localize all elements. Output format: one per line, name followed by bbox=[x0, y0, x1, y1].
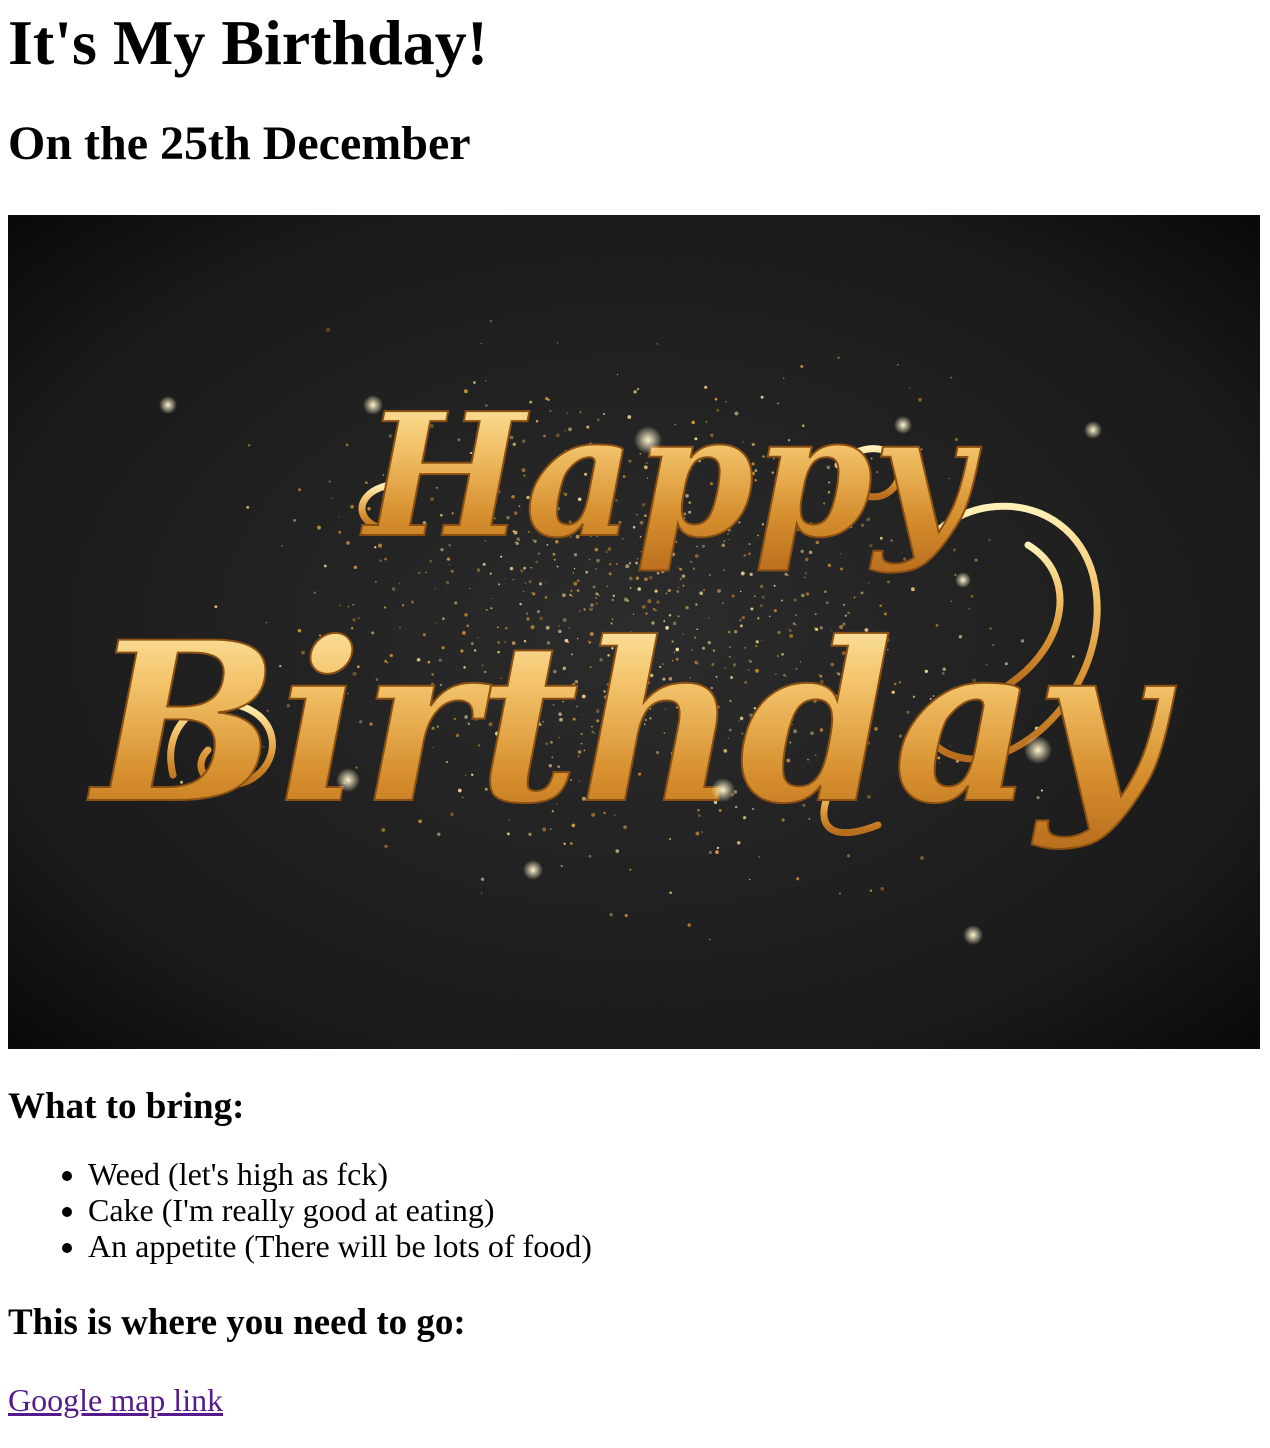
what-to-bring-heading: What to bring: bbox=[8, 1086, 245, 1127]
banner-happy-text: Happy bbox=[360, 376, 982, 576]
list-item: Cake (I'm really good at eating) bbox=[88, 1192, 1262, 1228]
page: It's My Birthday! On the 25th December H… bbox=[0, 0, 1270, 1418]
list-item: An appetite (There will be lots of food) bbox=[88, 1228, 1262, 1264]
bring-list: Weed (let's high as fck) Cake (I'm reall… bbox=[8, 1156, 1262, 1264]
happy-birthday-banner-image: Happy Birthday bbox=[8, 215, 1260, 1049]
banner-birthday-text: Birthday bbox=[86, 593, 1176, 852]
page-title: It's My Birthday! bbox=[8, 7, 488, 78]
google-map-link[interactable]: Google map link bbox=[8, 1382, 223, 1418]
page-subtitle: On the 25th December bbox=[8, 117, 471, 170]
list-item: Weed (let's high as fck) bbox=[88, 1156, 1262, 1192]
location-heading: This is where you need to go: bbox=[8, 1302, 466, 1343]
